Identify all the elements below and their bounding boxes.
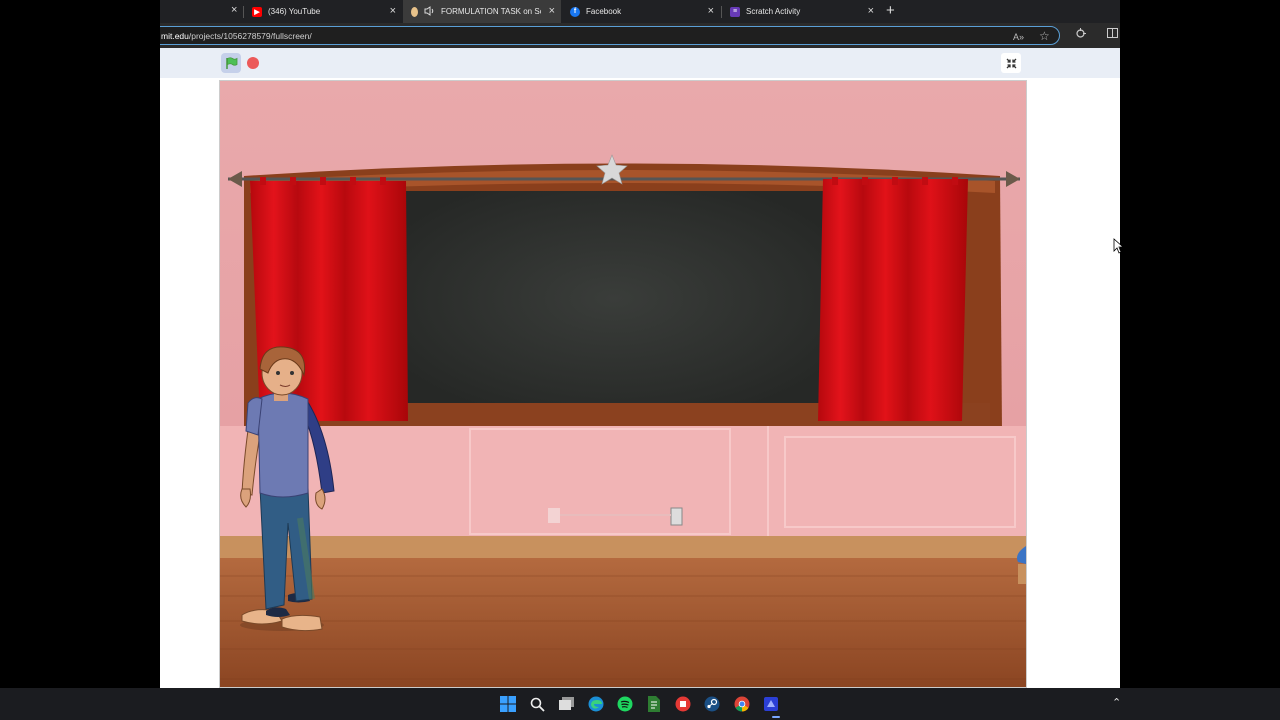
split-screen-icon[interactable] [1107, 28, 1118, 42]
mouse-cursor-icon [1113, 238, 1123, 254]
tab-close-icon[interactable]: × [868, 5, 874, 17]
chevron-up-icon[interactable]: ⌃ [1112, 696, 1121, 709]
windows-start-icon[interactable] [499, 695, 517, 713]
url-path: /projects/1056278579/fullscreen/ [188, 31, 312, 41]
tab-bar: × ▶ (346) YouTube × FORMULATION TASK on … [160, 0, 1120, 23]
file-app-icon[interactable] [645, 695, 663, 713]
new-tab-icon[interactable]: + [886, 2, 895, 20]
tab-close-icon[interactable]: × [549, 5, 555, 17]
tab-formulation[interactable]: FORMULATION TASK on Scr × [403, 0, 561, 23]
tab-close-icon[interactable]: × [231, 4, 237, 16]
favorite-star-icon[interactable]: ☆ [1039, 29, 1050, 43]
task-view-icon[interactable] [557, 695, 575, 713]
tab-title: FORMULATION TASK on Scr [441, 7, 541, 16]
tab-title: Facebook [586, 7, 622, 16]
browser-window: × ▶ (346) YouTube × FORMULATION TASK on … [160, 0, 1120, 688]
red-app-icon[interactable] [674, 695, 692, 713]
exit-fullscreen-icon [1006, 58, 1016, 68]
read-aloud-icon[interactable]: A» [1013, 30, 1024, 44]
address-bar: mit.edu/projects/1056278579/fullscreen/ … [160, 23, 1120, 48]
green-flag-icon [225, 56, 237, 69]
green-flag-button[interactable] [221, 53, 241, 73]
tab-close-icon[interactable]: × [390, 5, 396, 17]
spotify-icon[interactable] [616, 695, 634, 713]
tab-title: (346) YouTube [268, 7, 321, 16]
windows-taskbar: ⌃ [0, 688, 1280, 720]
speaker-icon[interactable] [424, 5, 435, 18]
blue-app-icon[interactable] [762, 695, 780, 713]
stop-button[interactable] [247, 57, 259, 69]
tab-youtube[interactable]: ▶ (346) YouTube × [244, 0, 402, 23]
url-input[interactable]: mit.edu/projects/1056278579/fullscreen/ … [160, 26, 1060, 45]
tab-close-icon[interactable]: × [708, 5, 714, 17]
facebook-icon: f [570, 6, 580, 17]
url-host: mit.edu [161, 31, 189, 41]
exit-fullscreen-button[interactable] [1001, 53, 1021, 73]
tab-facebook[interactable]: f Facebook × [562, 0, 720, 23]
edge-icon[interactable] [587, 695, 605, 713]
search-icon[interactable] [528, 695, 546, 713]
tab-title: Scratch Activity [746, 7, 801, 16]
steam-icon[interactable] [703, 695, 721, 713]
offscreen-sprite [1017, 546, 1026, 584]
tab-scratch-activity[interactable]: ≡ Scratch Activity × [722, 0, 880, 23]
scratch-player-toolbar [160, 48, 1120, 78]
youtube-icon: ▶ [252, 6, 262, 17]
scratch-stage[interactable] [219, 80, 1027, 688]
character-sprite[interactable] [238, 343, 342, 637]
tab-favicon-icon [411, 6, 418, 17]
active-app-indicator [772, 716, 780, 718]
chrome-icon[interactable] [733, 695, 751, 713]
form-icon: ≡ [730, 6, 740, 17]
extensions-icon[interactable] [1075, 28, 1086, 43]
